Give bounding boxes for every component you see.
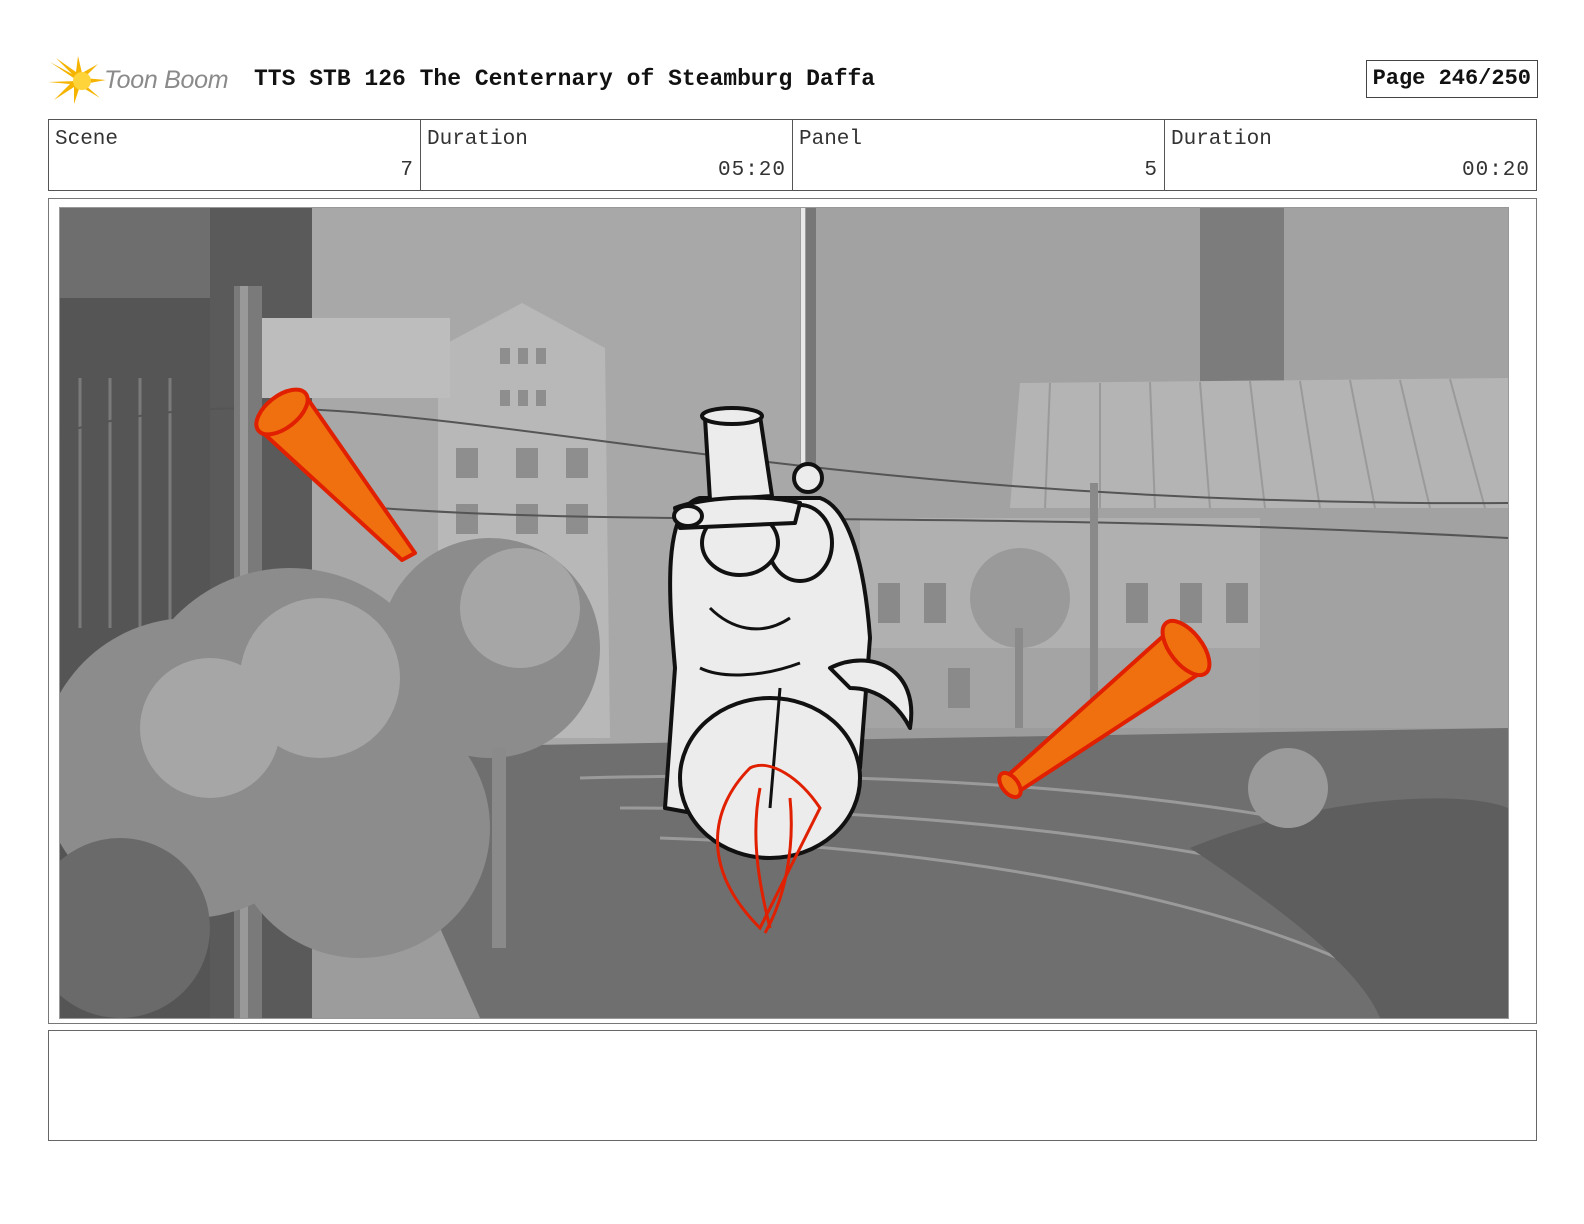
logo-wordmark: Toon Boom [104, 66, 229, 94]
scene-value: 7 [400, 159, 414, 182]
panel-cell: Panel 5 [793, 120, 1165, 190]
scene-duration-cell: Duration 05:20 [421, 120, 793, 190]
panel-duration-label: Duration [1171, 128, 1272, 151]
page-header: Toon Boom TTS STB 126 The Centernary of … [48, 52, 1538, 108]
page-indicator: Page 246/250 [1365, 60, 1538, 98]
scene-duration-value: 05:20 [717, 159, 786, 182]
document-title: TTS STB 126 The Centernary of Steamburg … [254, 66, 876, 92]
storyboard-panel-frame [48, 198, 1537, 1024]
panel-label: Panel [799, 128, 863, 151]
panel-value: 5 [1144, 159, 1158, 182]
scene-cell: Scene 7 [49, 120, 421, 190]
storyboard-sketch [60, 208, 1508, 1018]
scene-info-table: Scene 7 Duration 05:20 Panel 5 Duration … [48, 119, 1537, 191]
toon-boom-logo: Toon Boom [48, 56, 248, 106]
starburst-icon [48, 56, 106, 104]
scene-duration-label: Duration [427, 128, 528, 151]
panel-duration-cell: Duration 00:20 [1165, 120, 1536, 190]
storyboard-panel-image [59, 207, 1509, 1019]
panel-notes-box [48, 1030, 1537, 1141]
scene-label: Scene [55, 128, 119, 151]
panel-duration-value: 00:20 [1461, 159, 1530, 182]
